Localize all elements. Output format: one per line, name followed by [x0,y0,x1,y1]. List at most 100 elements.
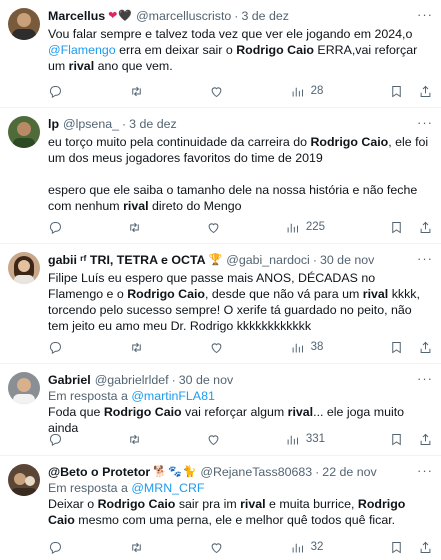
share-icon [420,221,431,233]
author-name[interactable]: gabii ʳᶠ TRI, TETRA e OCTA [48,252,206,268]
heart-icon [211,86,222,97]
views-button[interactable]: 225 [285,220,325,235]
bookmark-button[interactable] [389,540,404,555]
views-icon [287,435,298,444]
bookmark-icon [392,541,401,553]
reply-button[interactable] [48,432,63,447]
author-handle[interactable]: @gabrielrldef [95,372,169,388]
more-options-icon[interactable]: ··· [417,252,433,266]
heart-icon [211,342,222,353]
separator-dot: · [122,117,127,131]
reply-icon [49,541,62,554]
tweet-date[interactable]: 3 de dez [129,116,177,132]
author-handle[interactable]: @RejaneTass80683 [200,464,312,480]
author-name[interactable]: @Beto o Protetor [48,464,150,480]
share-button[interactable] [418,340,433,355]
retweet-button[interactable] [129,340,144,355]
views-button[interactable]: 38 [290,340,324,355]
share-icon [420,341,431,353]
like-button[interactable] [206,432,221,447]
share-button[interactable] [418,84,433,99]
share-button[interactable] [418,220,433,235]
reply-to-link[interactable]: @MRN_CRF [131,481,204,495]
reply-button[interactable] [48,340,63,355]
views-count: 38 [310,341,324,353]
tweet-date[interactable]: 30 de nov [320,252,374,268]
share-icon [420,85,431,97]
share-icon [420,433,431,445]
like-button[interactable] [209,84,224,99]
tweet[interactable]: Gabriel @gabrielrldef · 30 de nov ··· Em… [0,364,441,456]
retweet-button[interactable] [129,84,144,99]
separator-dot: · [312,253,317,267]
heart-icon [208,434,219,445]
author-handle[interactable]: @gabi_nardoci [226,252,310,268]
reply-icon [49,433,62,446]
views-button[interactable]: 32 [290,540,323,555]
views-button[interactable]: 331 [285,432,325,447]
retweet-button[interactable] [127,432,142,447]
retweet-icon [131,86,141,96]
tweet-date[interactable]: 22 de nov [322,464,376,480]
bookmark-icon [392,221,401,233]
tweet-date[interactable]: 3 de dez [241,8,289,24]
reply-context: Em resposta a @MRN_CRF [48,481,205,495]
more-options-icon[interactable]: ··· [417,464,433,478]
views-icon [292,87,303,96]
avatar[interactable] [8,8,40,40]
tweet-text: Filipe Luís eu espero que passe mais ANO… [48,271,424,333]
share-button[interactable] [418,540,433,555]
avatar[interactable] [8,372,40,404]
views-button[interactable]: 28 [290,84,323,99]
avatar[interactable] [8,464,40,496]
tweet[interactable]: gabii ʳᶠ TRI, TETRA e OCTA 🏆 @gabi_nardo… [0,244,441,364]
like-button[interactable] [209,540,224,555]
heart-icon [208,222,219,233]
tweet[interactable]: lp @lpsena_ · 3 de dez ··· eu torço muit… [0,108,441,244]
reply-context: Em resposta a @martinFLA81 [48,389,215,403]
mention-link[interactable]: @Flamengo [48,43,116,57]
heart-icon [211,542,222,553]
bookmark-button[interactable] [389,340,404,355]
more-options-icon[interactable]: ··· [417,8,433,22]
separator-dot: · [234,9,239,23]
tweet-date[interactable]: 30 de nov [179,372,233,388]
views-count: 225 [305,221,326,233]
reply-to-link[interactable]: @martinFLA81 [131,389,215,403]
author-name[interactable]: lp [48,116,59,132]
bookmark-icon [392,85,401,97]
like-button[interactable] [209,340,224,355]
name-emoji: ❤ 🖤 [108,10,133,22]
bookmark-button[interactable] [389,432,404,447]
reply-button[interactable] [48,540,63,555]
bookmark-button[interactable] [389,220,404,235]
reply-button[interactable] [48,84,63,99]
retweet-icon [131,342,141,352]
more-options-icon[interactable]: ··· [417,116,433,130]
share-icon [420,541,431,553]
more-options-icon[interactable]: ··· [417,372,433,386]
author-handle[interactable]: @lpsena_ [63,116,119,132]
like-button[interactable] [206,220,221,235]
bookmark-icon [392,433,401,445]
retweet-icon [130,222,139,232]
views-icon [292,343,303,352]
bookmark-icon [392,341,401,353]
avatar[interactable] [8,116,40,148]
name-emoji: 🐕 🐾 🐈 [153,466,197,478]
avatar[interactable] [8,252,40,284]
author-handle[interactable]: @marcelluscristo [136,8,231,24]
retweet-icon [131,542,141,552]
retweet-button[interactable] [127,220,142,235]
tweet[interactable]: Marcellus ❤ 🖤 @marcelluscristo · 3 de dez… [0,0,441,108]
tweet[interactable]: @Beto o Protetor 🐕 🐾 🐈 @RejaneTass80683 · … [0,456,441,560]
views-icon [287,223,298,232]
tweet-text: Vou falar sempre e talvez toda vez que v… [48,27,421,73]
author-name[interactable]: Gabriel [48,372,91,388]
author-name[interactable]: Marcellus [48,8,105,24]
views-count: 331 [305,433,326,445]
share-button[interactable] [418,432,433,447]
retweet-button[interactable] [129,540,144,555]
bookmark-button[interactable] [389,84,404,99]
reply-button[interactable] [48,220,63,235]
